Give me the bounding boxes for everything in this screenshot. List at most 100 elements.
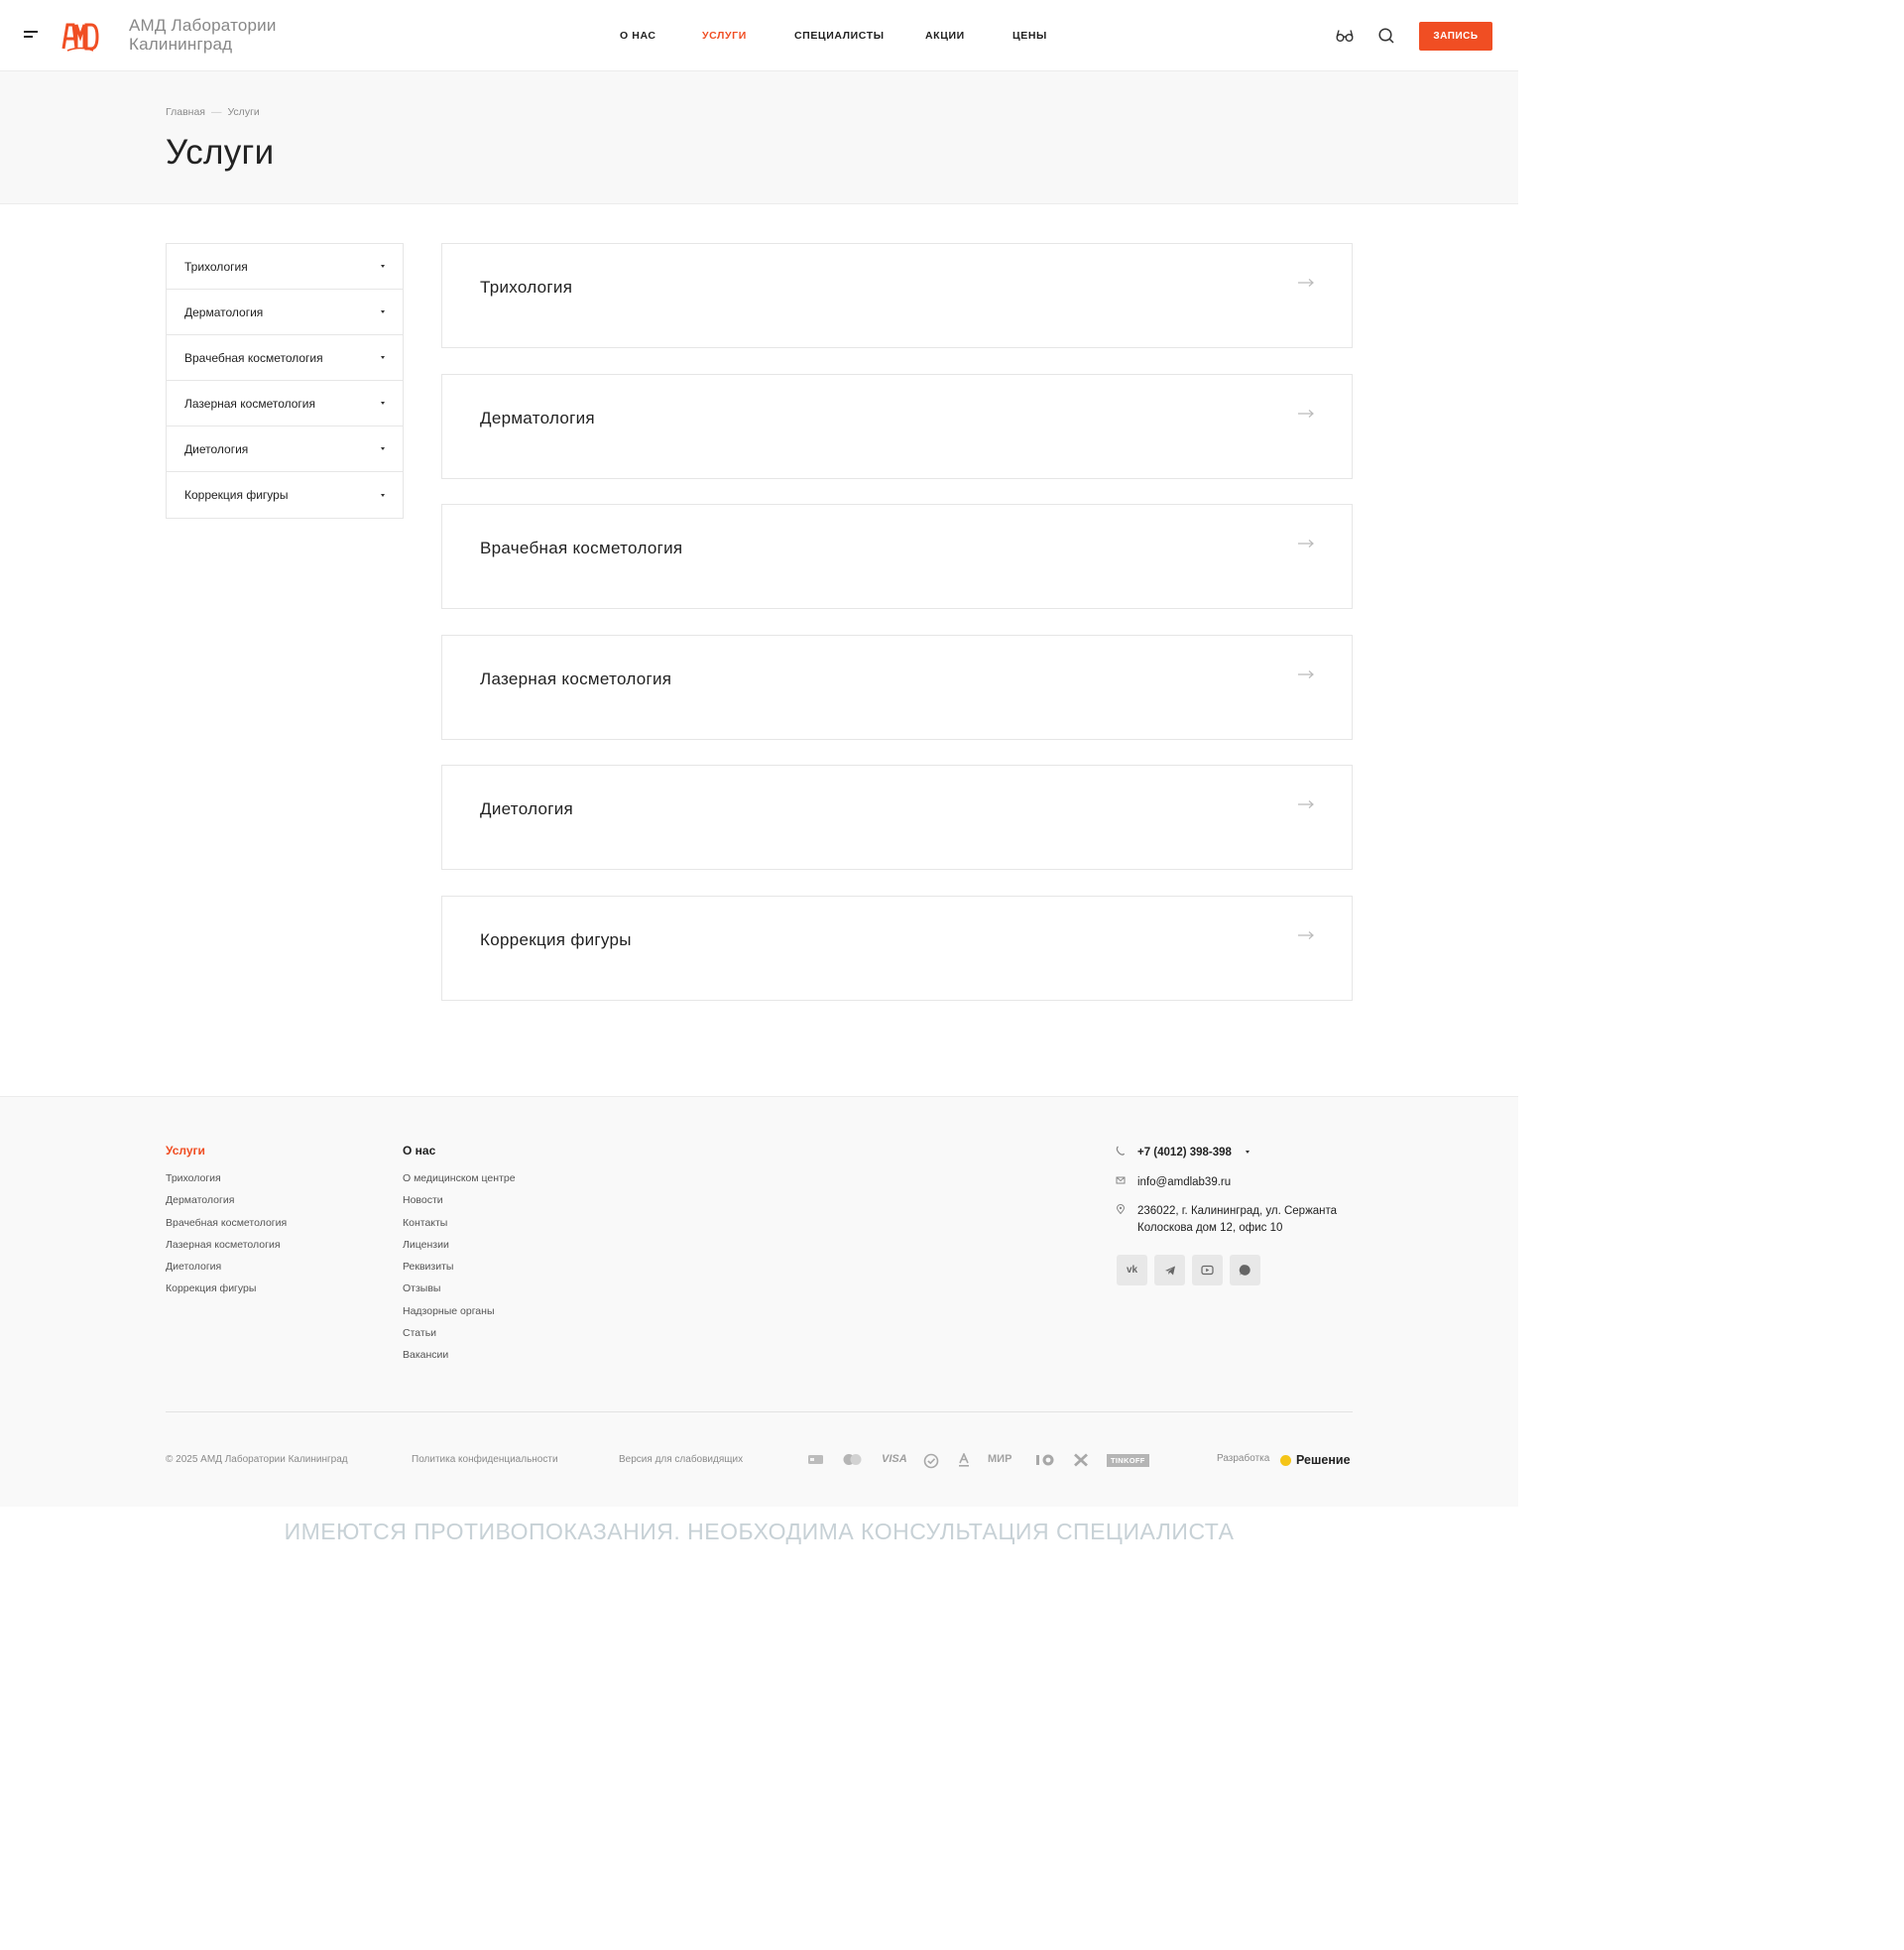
breadcrumb: Главная — Услуги (166, 106, 260, 118)
alfa-bank-icon (959, 1453, 969, 1467)
footer-link[interactable]: Статьи (403, 1327, 516, 1349)
phone-icon (1116, 1146, 1126, 1156)
developer-dot-icon (1280, 1454, 1291, 1466)
book-appointment-button[interactable]: ЗАПИСЬ (1419, 22, 1492, 51)
sidebar-item-label: Дерматология (184, 305, 264, 319)
site-header: АМД Лаборатории Калининград О НАС УСЛУГИ… (0, 0, 1518, 71)
breadcrumb-current: Услуги (227, 106, 260, 118)
address-line-2: Колоскова дом 12, офис 10 (1137, 1222, 1283, 1234)
footer-link[interactable]: Новости (403, 1194, 516, 1216)
arrow-right-icon (1298, 279, 1314, 287)
brand-line-2: Калининград (129, 35, 233, 54)
service-card-dietology[interactable]: Диетология (441, 765, 1353, 870)
amd-logo[interactable] (61, 19, 99, 53)
sidebar-item-label: Трихология (184, 259, 248, 274)
footer-about-title[interactable]: О нас (403, 1144, 516, 1158)
footer-link[interactable]: О медицинском центре (403, 1172, 516, 1194)
card-title: Лазерная косметология (480, 670, 672, 688)
card-title: Диетология (480, 799, 574, 818)
caret-down-icon[interactable] (1246, 1151, 1250, 1154)
brand-line-1: АМД Лаборатории (129, 16, 277, 35)
nav-prices[interactable]: ЦЕНЫ (1012, 30, 1047, 42)
caret-down-icon[interactable] (381, 447, 385, 450)
sidebar-item-dietology[interactable]: Диетология (167, 427, 403, 472)
brand-name[interactable]: АМД Лаборатории Калининград (129, 16, 277, 54)
sidebar-item-label: Диетология (184, 441, 249, 456)
phone-number[interactable]: +7 (4012) 398-398 (1137, 1145, 1232, 1161)
service-card-trichology[interactable]: Трихология (441, 243, 1353, 348)
service-card-laser-cosmetology[interactable]: Лазерная косметология (441, 635, 1353, 740)
breadcrumb-arrow-icon: — (210, 106, 222, 118)
caret-down-icon[interactable] (381, 402, 385, 405)
sidebar-item-trichology[interactable]: Трихология (167, 244, 403, 290)
footer-link[interactable]: Лицензии (403, 1239, 516, 1261)
developer-name: Решение (1296, 1453, 1351, 1467)
footer-link[interactable]: Контакты (403, 1217, 516, 1239)
youtube-icon[interactable] (1192, 1255, 1223, 1285)
footer-link[interactable]: Вакансии (403, 1349, 516, 1371)
footer-link[interactable]: Надзорные органы (403, 1305, 516, 1327)
developer-logo[interactable]: Решение (1280, 1453, 1351, 1467)
checkmark-circle-icon (923, 1453, 939, 1469)
sidebar-item-laser-cosmetology[interactable]: Лазерная косметология (167, 381, 403, 427)
nav-services[interactable]: УСЛУГИ (702, 30, 747, 42)
sidebar-item-label: Лазерная косметология (184, 396, 316, 411)
footer-link[interactable]: Отзывы (403, 1282, 516, 1304)
sidebar-item-body-correction[interactable]: Коррекция фигуры (167, 472, 403, 518)
nav-about[interactable]: О НАС (620, 30, 656, 42)
footer-services-title[interactable]: Услуги (166, 1144, 287, 1158)
services-sidebar: Трихология Дерматология Врачебная космет… (166, 243, 404, 519)
sidebar-item-label: Коррекция фигуры (184, 488, 289, 502)
email-address[interactable]: info@amdlab39.ru (1137, 1174, 1231, 1191)
accessibility-version-link[interactable]: Версия для слабовидящих (619, 1454, 743, 1465)
yoomoney-icon (1036, 1454, 1054, 1466)
footer-services-column: Услуги Трихология Дерматология Врачебная… (166, 1144, 287, 1305)
footer-divider (166, 1411, 1353, 1412)
footer-link[interactable]: Диетология (166, 1261, 287, 1282)
location-pin-icon (1116, 1204, 1126, 1214)
arrow-right-icon (1298, 670, 1314, 678)
nav-specialists[interactable]: СПЕЦИАЛИСТЫ (794, 30, 885, 42)
whatsapp-icon[interactable] (1230, 1255, 1260, 1285)
arrow-right-icon (1298, 540, 1314, 548)
menu-icon[interactable] (24, 31, 40, 41)
service-card-dermatology[interactable]: Дерматология (441, 374, 1353, 479)
search-icon[interactable] (1377, 27, 1395, 45)
mail-icon (1116, 1176, 1126, 1184)
caret-down-icon[interactable] (381, 310, 385, 313)
caret-down-icon[interactable] (381, 356, 385, 359)
service-card-medical-cosmetology[interactable]: Врачебная косметология (441, 504, 1353, 609)
sidebar-item-medical-cosmetology[interactable]: Врачебная косметология (167, 335, 403, 381)
breadcrumb-home[interactable]: Главная (166, 106, 205, 118)
arrow-right-icon (1298, 410, 1314, 418)
contraindications-warning: ИМЕЮТСЯ ПРОТИВОПОКАЗАНИЯ. НЕОБХОДИМА КОН… (0, 1508, 1518, 1553)
mastercard-icon (843, 1454, 862, 1465)
nav-promotions[interactable]: АКЦИИ (925, 30, 965, 42)
footer-link[interactable]: Реквизиты (403, 1261, 516, 1282)
privacy-policy-link[interactable]: Политика конфиденциальности (412, 1454, 558, 1465)
caret-down-icon[interactable] (381, 265, 385, 268)
arrow-right-icon (1298, 931, 1314, 939)
footer-link[interactable]: Трихология (166, 1172, 287, 1194)
sbp-payment-icon (808, 1455, 823, 1464)
footer-link[interactable]: Коррекция фигуры (166, 1282, 287, 1304)
telegram-icon[interactable] (1154, 1255, 1185, 1285)
caret-down-icon[interactable] (381, 493, 385, 497)
footer-link[interactable]: Лазерная косметология (166, 1239, 287, 1261)
vk-icon[interactable]: vk (1117, 1255, 1147, 1285)
footer-about-column: О нас О медицинском центре Новости Конта… (403, 1144, 516, 1372)
card-title: Дерматология (480, 409, 595, 427)
footer-link[interactable]: Дерматология (166, 1194, 287, 1216)
copyright: © 2025 АМД Лаборатории Калининград (166, 1454, 348, 1465)
card-title: Коррекция фигуры (480, 930, 632, 949)
sidebar-item-dermatology[interactable]: Дерматология (167, 290, 403, 335)
tinkoff-logo: TINKOFF (1107, 1454, 1149, 1467)
service-card-body-correction[interactable]: Коррекция фигуры (441, 896, 1353, 1001)
address-line-1: 236022, г. Калининград, ул. Сержанта (1137, 1205, 1338, 1217)
card-title: Трихология (480, 278, 573, 297)
sidebar-item-label: Врачебная косметология (184, 350, 323, 365)
x-payment-icon (1074, 1453, 1088, 1467)
footer-link[interactable]: Врачебная косметология (166, 1217, 287, 1239)
card-title: Врачебная косметология (480, 539, 683, 557)
glasses-icon[interactable] (1336, 27, 1354, 45)
